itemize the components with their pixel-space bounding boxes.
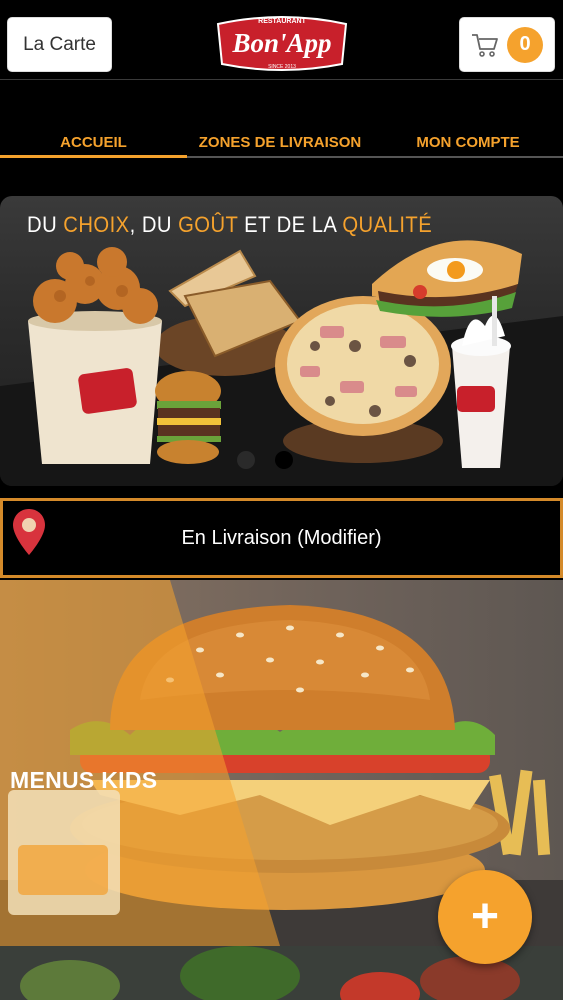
carousel-dot-1[interactable]	[237, 451, 255, 469]
cart-count-badge: 0	[507, 26, 543, 63]
logo-top-text: RESTAURANT	[258, 18, 306, 25]
tab-mon-compte[interactable]: MON COMPTE	[373, 120, 563, 156]
la-carte-button[interactable]: La Carte	[7, 17, 112, 72]
bonapp-logo[interactable]: RESTAURANT Bon'App SINCE 2013	[212, 10, 352, 76]
plus-icon: +	[470, 890, 500, 943]
shopping-cart-icon	[471, 32, 499, 58]
logo-name: Bon'App	[231, 28, 331, 58]
banner-slogan: DU CHOIX, DU GOÛT ET DE LA QUALITÉ	[27, 212, 433, 237]
cart-button[interactable]: 0	[459, 17, 555, 72]
banner-food-illustration	[0, 240, 563, 486]
carousel-indicators	[237, 451, 293, 469]
location-pin-icon	[11, 507, 47, 562]
menu-card-title: MENUS KIDS	[10, 767, 158, 793]
add-fab-button[interactable]: +	[438, 870, 532, 964]
logo-bottom-text: SINCE 2013	[268, 64, 296, 70]
delivery-mode-label[interactable]: En Livraison (Modifier)	[3, 527, 560, 550]
tab-accueil[interactable]: ACCUEIL	[0, 120, 187, 158]
carousel-dot-2[interactable]	[275, 451, 293, 469]
tab-zones-de-livraison[interactable]: ZONES DE LIVRAISON	[187, 120, 373, 156]
promo-banner[interactable]: DU CHOIX, DU GOÛT ET DE LA QUALITÉ	[0, 196, 563, 486]
main-nav-tabs: ACCUEIL ZONES DE LIVRAISON MON COMPTE	[0, 120, 563, 158]
delivery-mode-bar[interactable]: En Livraison (Modifier)	[0, 498, 563, 578]
app-header: La Carte RESTAURANT Bon'App SINCE 2013 0	[0, 0, 563, 80]
